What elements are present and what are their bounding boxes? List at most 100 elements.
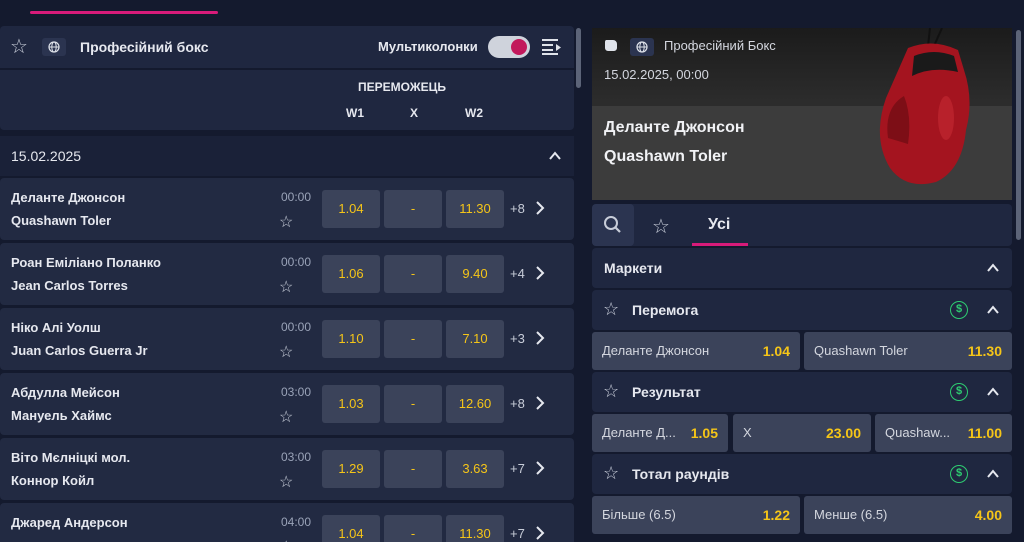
multicolumn-label: Мультиколонки xyxy=(378,39,478,54)
favorite-star-icon[interactable]: ☆ xyxy=(279,537,293,542)
favorites-tab-star-icon[interactable]: ☆ xyxy=(652,214,670,239)
top-nav xyxy=(0,0,1024,16)
event-time: 03:00 xyxy=(281,385,312,399)
markets-label: Маркети xyxy=(604,260,663,276)
chevron-right-icon[interactable] xyxy=(534,330,546,346)
boxing-icon xyxy=(604,40,617,51)
event-time: 00:00 xyxy=(281,255,312,269)
outcome-name: Деланте Джонсон xyxy=(602,343,710,358)
event-player2: Коннор Койл xyxy=(11,473,95,488)
favorite-star-icon[interactable]: ☆ xyxy=(279,277,293,297)
outcome-name: Деланте Д... xyxy=(602,425,676,440)
odd-w2[interactable]: 7.10 xyxy=(446,320,504,358)
odd-w1[interactable]: 1.06 xyxy=(322,255,380,293)
odd-w1[interactable]: 1.04 xyxy=(322,190,380,228)
outcome-odd: 1.04 xyxy=(762,343,790,359)
event-row[interactable]: Джаред Андерсон 04:00 ☆ 1.04-11.30 +7 xyxy=(0,503,574,542)
favorite-star-icon[interactable]: ☆ xyxy=(279,212,293,232)
list-view-icon[interactable] xyxy=(542,38,562,56)
rounds-odd-over[interactable]: Більше (6.5) 1.22 xyxy=(592,496,800,534)
event-row[interactable]: Роан Еміліано Поланко Jean Carlos Torres 0… xyxy=(0,243,574,305)
event-player2: Мануель Хаймс xyxy=(11,408,112,423)
result-odd-team1[interactable]: Деланте Д... 1.05 xyxy=(592,414,728,452)
result-odd-team2[interactable]: Quashaw... 11.00 xyxy=(875,414,1012,452)
more-markets-count[interactable]: +7 xyxy=(510,526,525,541)
event-row[interactable]: Віто Мєлніцкі мол. Коннор Койл 03:00 ☆ 1.29-… xyxy=(0,438,574,500)
odd-w2[interactable]: 9.40 xyxy=(446,255,504,293)
globe-icon xyxy=(42,38,66,56)
odd-w2[interactable]: 12.60 xyxy=(446,385,504,423)
event-team2: Quashawn Toler xyxy=(604,148,728,165)
odd-w2[interactable]: 11.30 xyxy=(446,515,504,542)
odd-x[interactable]: - xyxy=(384,320,442,358)
event-player1: Роан Еміліано Поланко xyxy=(11,255,161,270)
right-scrollbar[interactable] xyxy=(1016,30,1021,240)
column-w1: W1 xyxy=(346,106,364,120)
rounds-odd-under[interactable]: Менше (6.5) 4.00 xyxy=(804,496,1012,534)
favorite-star-icon[interactable]: ☆ xyxy=(279,472,293,492)
event-player1: Віто Мєлніцкі мол. xyxy=(11,450,131,465)
more-markets-count[interactable]: +4 xyxy=(510,266,525,281)
odd-w1[interactable]: 1.04 xyxy=(322,515,380,542)
cashout-dollar-icon: $ xyxy=(950,465,968,483)
result-odd-draw[interactable]: X 23.00 xyxy=(733,414,871,452)
date-group-header[interactable]: 15.02.2025 xyxy=(0,136,574,176)
events-panel: ☆ Професійний бокс Мультиколонки ПЕРЕМОЖ… xyxy=(0,26,576,542)
rounds-market-label: Тотал раундів xyxy=(632,466,730,482)
odd-w2[interactable]: 11.30 xyxy=(446,190,504,228)
win-odd-team1[interactable]: Деланте Джонсон 1.04 xyxy=(592,332,800,370)
star-icon[interactable]: ☆ xyxy=(603,299,619,320)
rounds-market-header[interactable]: ☆ Тотал раундів $ xyxy=(592,454,1012,494)
chevron-right-icon[interactable] xyxy=(534,265,546,281)
win-market-header[interactable]: ☆ Перемога $ xyxy=(592,290,1012,330)
favorite-star-icon[interactable]: ☆ xyxy=(279,342,293,362)
odd-w2[interactable]: 3.63 xyxy=(446,450,504,488)
chevron-up-icon[interactable] xyxy=(986,303,1000,317)
left-scrollbar[interactable] xyxy=(576,28,581,88)
event-row[interactable]: Деланте Джонсон Quashawn Toler 00:00 ☆ 1.04-… xyxy=(0,178,574,240)
markets-section-header[interactable]: Маркети xyxy=(592,248,1012,288)
odd-x[interactable]: - xyxy=(384,255,442,293)
win-odd-team2[interactable]: Quashawn Toler 11.30 xyxy=(804,332,1012,370)
star-icon[interactable]: ☆ xyxy=(603,463,619,484)
favorite-star-icon[interactable]: ☆ xyxy=(10,36,32,58)
event-player1: Джаред Андерсон xyxy=(11,515,128,530)
tab-all[interactable]: Усі xyxy=(708,216,730,234)
event-player2: Quashawn Toler xyxy=(11,213,112,228)
star-icon[interactable]: ☆ xyxy=(603,381,619,402)
toggle-knob xyxy=(511,39,527,55)
more-markets-count[interactable]: +7 xyxy=(510,461,525,476)
column-x: X xyxy=(410,106,419,120)
chevron-right-icon[interactable] xyxy=(534,200,546,216)
market-search-button[interactable] xyxy=(592,204,634,246)
chevron-up-icon[interactable] xyxy=(986,467,1000,481)
more-markets-count[interactable]: +3 xyxy=(510,331,525,346)
more-markets-count[interactable]: +8 xyxy=(510,396,525,411)
odd-x[interactable]: - xyxy=(384,515,442,542)
chevron-up-icon[interactable] xyxy=(986,261,1000,275)
odd-w1[interactable]: 1.03 xyxy=(322,385,380,423)
odd-x[interactable]: - xyxy=(384,385,442,423)
multicolumn-toggle[interactable] xyxy=(488,36,530,58)
chevron-right-icon[interactable] xyxy=(534,460,546,476)
odd-w1[interactable]: 1.10 xyxy=(322,320,380,358)
event-datetime: 15.02.2025, 00:00 xyxy=(604,67,709,82)
event-row[interactable]: Абдулла Мейсон Мануель Хаймс 03:00 ☆ 1.03-12… xyxy=(0,373,574,435)
odd-x[interactable]: - xyxy=(384,190,442,228)
outcome-name: X xyxy=(743,425,752,440)
chevron-up-icon[interactable] xyxy=(986,385,1000,399)
event-player1: Абдулла Мейсон xyxy=(11,385,120,400)
chevron-right-icon[interactable] xyxy=(534,525,546,541)
active-tab-underline xyxy=(30,11,218,14)
odd-x[interactable]: - xyxy=(384,450,442,488)
favorite-star-icon[interactable]: ☆ xyxy=(279,407,293,427)
chevron-up-icon[interactable] xyxy=(548,149,562,163)
event-row[interactable]: Ніко Алі Уолш Juan Carlos Guerra Jr 00:00 ☆… xyxy=(0,308,574,370)
result-market-header[interactable]: ☆ Результат $ xyxy=(592,372,1012,412)
outcome-odd: 1.22 xyxy=(762,507,790,523)
chevron-right-icon[interactable] xyxy=(534,395,546,411)
market-column-header: ПЕРЕМОЖЕЦЬ W1 X W2 xyxy=(0,70,574,130)
globe-icon xyxy=(630,38,654,56)
odd-w1[interactable]: 1.29 xyxy=(322,450,380,488)
more-markets-count[interactable]: +8 xyxy=(510,201,525,216)
